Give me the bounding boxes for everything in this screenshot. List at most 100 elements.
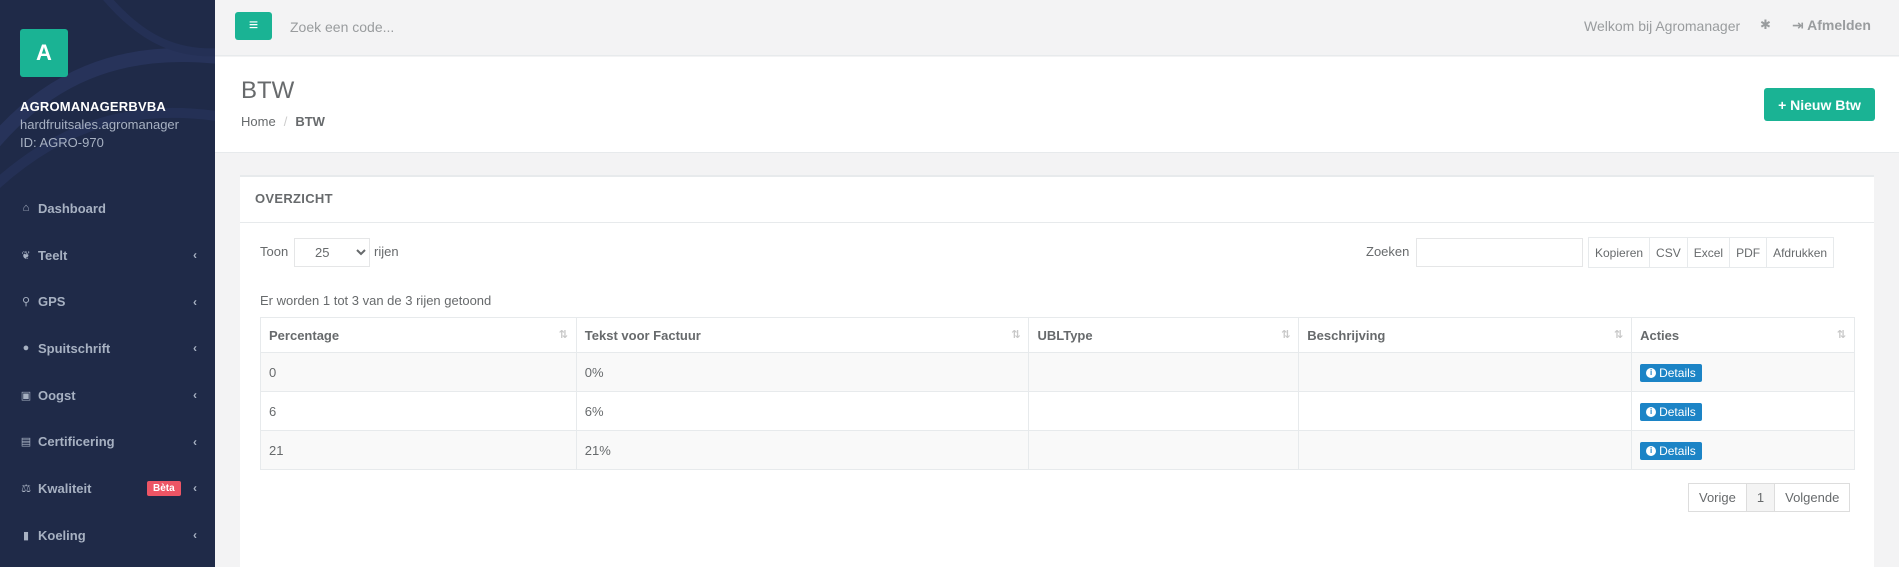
copy-button[interactable]: Kopieren <box>1588 237 1651 268</box>
overview-panel: OVERZICHT Toon 25 rijen Zoeken Kopieren … <box>240 175 1874 567</box>
sort-icon: ⇅ <box>1281 329 1291 341</box>
chevron-left-icon: ‹ <box>193 528 197 543</box>
tint-icon: ● <box>22 342 30 355</box>
details-label: Details <box>1659 443 1696 458</box>
page-heading: BTW Home / BTW + Nieuw Btw <box>215 57 1899 153</box>
page-length-select[interactable]: 25 <box>294 238 370 267</box>
sidebar-item-dashboard[interactable]: ⌂ Dashboard <box>0 185 215 232</box>
column-header-beschrijving[interactable]: Beschrijving ⇅ <box>1298 317 1633 353</box>
chevron-left-icon: ‹ <box>193 341 197 356</box>
hamburger-icon: ≡ <box>248 17 259 34</box>
column-header-tekst[interactable]: Tekst voor Factuur ⇅ <box>575 317 1030 353</box>
logout-link[interactable]: ⇥ Afmelden <box>1792 17 1871 34</box>
sidebar-item-label: Oogst <box>38 387 76 403</box>
column-header-label: Tekst voor Factuur <box>584 327 701 343</box>
sidebar-nav: ⌂ Dashboard ❦ Teelt ‹ ⚲ GPS ‹ ● Spuitsch… <box>0 185 215 559</box>
new-btw-button[interactable]: + Nieuw Btw <box>1764 88 1875 121</box>
sidebar-item-koeling[interactable]: ▮ Koeling ‹ <box>0 512 215 559</box>
sidebar-item-label: GPS <box>38 294 66 310</box>
search-label: Zoeken <box>1366 244 1410 259</box>
chevron-left-icon: ‹ <box>193 434 197 449</box>
table-row: 6 6% i Details <box>260 391 1855 431</box>
home-icon: ⌂ <box>22 202 30 215</box>
column-header-acties[interactable]: Acties ⇅ <box>1631 317 1855 353</box>
column-header-label: Beschrijving <box>1307 327 1386 343</box>
book-icon: ▤ <box>20 436 32 449</box>
sidebar-item-label: Spuitschrift <box>38 340 111 356</box>
menu-toggle-button[interactable]: ≡ <box>235 12 272 40</box>
column-header-label: Percentage <box>269 327 340 343</box>
rows-label: rijen <box>374 244 399 259</box>
cell-percentage: 6 <box>260 391 577 431</box>
cell-tekst: 6% <box>575 391 1030 431</box>
balance-scale-icon: ⚖ <box>21 482 31 495</box>
panel-title: OVERZICHT <box>255 191 333 206</box>
sidebar-item-gps[interactable]: ⚲ GPS ‹ <box>0 278 215 325</box>
csv-button[interactable]: CSV <box>1649 237 1688 268</box>
pagination-next[interactable]: Volgende <box>1774 483 1851 512</box>
sidebar: A AGROMANAGERBVBA hardfruitsales.agroman… <box>0 0 215 567</box>
table-row: 21 21% i Details <box>260 430 1855 470</box>
sidebar-item-kwaliteit[interactable]: ⚖ Kwaliteit Bèta ‹ <box>0 465 215 512</box>
chevron-left-icon: ‹ <box>193 388 197 403</box>
beta-badge: Bèta <box>147 480 181 496</box>
company-avatar[interactable]: A <box>20 29 68 77</box>
cell-tekst: 21% <box>575 430 1030 470</box>
column-header-label: UBLType <box>1037 327 1093 343</box>
sidebar-item-oogst[interactable]: ▣ Oogst ‹ <box>0 372 215 419</box>
column-header-ubltype[interactable]: UBLType ⇅ <box>1028 317 1300 353</box>
details-label: Details <box>1659 404 1696 419</box>
page-length-label: Toon <box>260 244 289 259</box>
sidebar-item-teelt[interactable]: ❦ Teelt ‹ <box>0 232 215 279</box>
cell-ubltype <box>1028 391 1300 431</box>
details-label: Details <box>1659 365 1696 380</box>
thermometer-icon: ▮ <box>22 529 30 542</box>
excel-button[interactable]: Excel <box>1686 237 1731 268</box>
info-circle-icon: i <box>1646 406 1657 417</box>
code-search-input[interactable] <box>275 12 675 42</box>
pagination-previous[interactable]: Vorige <box>1688 483 1747 512</box>
cell-ubltype <box>1028 352 1300 392</box>
details-button[interactable]: i Details <box>1640 441 1702 460</box>
cell-acties: i Details <box>1631 352 1855 392</box>
pdf-button[interactable]: PDF <box>1729 237 1768 268</box>
bug-icon[interactable]: ✱ <box>1760 17 1771 33</box>
table-search-input[interactable] <box>1416 238 1583 267</box>
info-circle-icon: i <box>1646 445 1657 456</box>
breadcrumb-current: BTW <box>295 114 325 129</box>
cell-percentage: 21 <box>260 430 577 470</box>
sidebar-item-label: Koeling <box>38 527 86 543</box>
pagination-page-1[interactable]: 1 <box>1745 483 1776 512</box>
cell-percentage: 0 <box>260 352 577 392</box>
cell-tekst: 0% <box>575 352 1030 392</box>
sidebar-item-spuitschrift[interactable]: ● Spuitschrift ‹ <box>0 325 215 372</box>
details-button[interactable]: i Details <box>1640 363 1702 382</box>
column-header-percentage[interactable]: Percentage ⇅ <box>260 317 577 353</box>
print-button[interactable]: Afdrukken <box>1766 237 1835 268</box>
map-marker-icon: ⚲ <box>21 296 31 309</box>
cell-acties: i Details <box>1631 430 1855 470</box>
logout-label: Afmelden <box>1807 17 1871 33</box>
top-navbar: ≡ Welkom bij Agromanager ✱ ⇥ Afmelden <box>215 0 1899 56</box>
leaf-icon: ❦ <box>21 249 31 262</box>
cell-ubltype <box>1028 430 1300 470</box>
cell-acties: i Details <box>1631 391 1855 431</box>
breadcrumb: Home / BTW <box>241 114 325 129</box>
sign-out-icon: ⇥ <box>1792 17 1804 33</box>
sort-icon: ⇅ <box>1011 329 1021 341</box>
welcome-message: Welkom bij Agromanager <box>1584 18 1741 34</box>
sidebar-item-certificering[interactable]: ▤ Certificering ‹ <box>0 418 215 465</box>
cell-beschrijving <box>1298 352 1633 392</box>
panel-divider <box>240 222 1874 223</box>
export-button-group: Kopieren CSV Excel PDF Afdrukken <box>1588 237 1835 268</box>
sidebar-item-label: Kwaliteit <box>38 480 92 496</box>
basket-icon: ▣ <box>20 389 32 402</box>
cell-beschrijving <box>1298 430 1633 470</box>
info-circle-icon: i <box>1646 367 1657 378</box>
pagination: Vorige 1 Volgende <box>1688 483 1851 512</box>
details-button[interactable]: i Details <box>1640 402 1702 421</box>
table-info: Er worden 1 tot 3 van de 3 rijen getoond <box>260 293 492 308</box>
breadcrumb-home[interactable]: Home <box>241 114 276 129</box>
company-name[interactable]: AGROMANAGERBVBA <box>20 99 166 114</box>
chevron-left-icon: ‹ <box>193 294 197 309</box>
